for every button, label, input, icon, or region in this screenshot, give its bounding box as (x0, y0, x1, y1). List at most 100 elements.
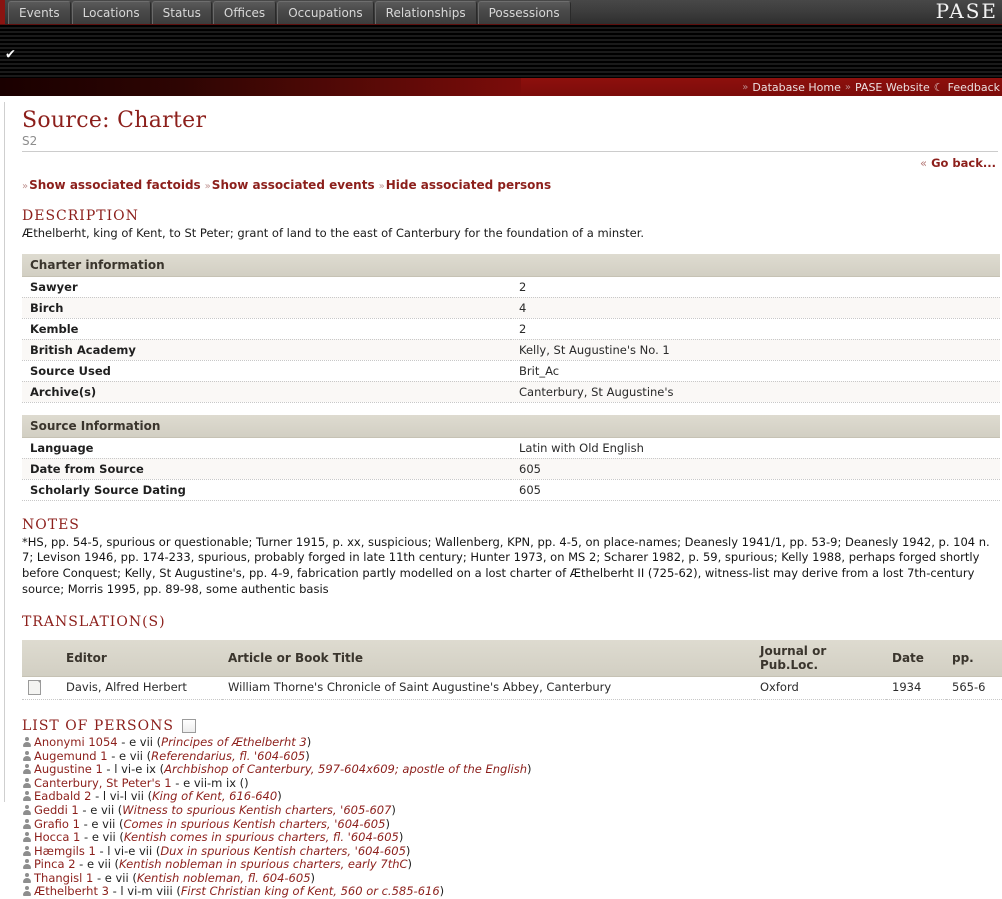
person-dates: - l vi-l vii ( (91, 789, 153, 804)
tab-events[interactable]: Events (8, 1, 71, 24)
person-link[interactable]: Hæmgils 1 (34, 844, 96, 858)
select-all-persons-checkbox[interactable] (181, 718, 196, 733)
tab-status[interactable]: Status (151, 1, 212, 24)
show-associated-events-link[interactable]: Show associated events (212, 178, 375, 192)
page-title: Source: Charter (22, 108, 207, 133)
person-link[interactable]: Augemund 1 (34, 749, 108, 763)
show-associated-factoids-link[interactable]: Show associated factoids (29, 178, 201, 192)
chevron-right-icon: » (378, 181, 385, 192)
person-link[interactable]: Anonymi 1054 (34, 735, 118, 749)
row-key: Archive(s) (22, 381, 511, 403)
source-information-body: Language Latin with Old English Date from … (22, 437, 1000, 501)
charter-information-table: Charter information Sawyer 2 Birch 4 Kemble 2… (22, 253, 1000, 403)
person-dates: - e vii ( (107, 748, 152, 763)
column-header-journal: Journal or Pub.Loc. (754, 639, 886, 677)
row-pp: 565-6 (946, 676, 1002, 700)
person-icon (22, 764, 31, 775)
go-back-link[interactable]: « Go back... (920, 156, 996, 170)
person-link[interactable]: Eadbald 2 (34, 789, 91, 804)
row-value: 4 (511, 297, 1000, 319)
table-row: Scholarly Source Dating 605 (22, 479, 1000, 501)
main-tab-list: Events Locations Status Offices Occupations R… (8, 1, 571, 24)
description-text: Æthelberht, king of Kent, to St Peter; g… (22, 226, 645, 240)
person-dates: - l vi-e ix ( (102, 762, 165, 777)
goback-row: « Go back... (22, 154, 1000, 174)
row-key: Birch (22, 297, 511, 319)
tab-locations[interactable]: Locations (71, 1, 151, 24)
person-close-paren: ) (405, 843, 411, 858)
tab-relationships[interactable]: Relationships (374, 1, 477, 24)
list-item: Hæmgils 1 - l vi-e vii (Dux in spurious … (22, 843, 1000, 859)
person-description: Kentish nobleman in spurious charters, e… (119, 857, 408, 872)
row-value: Canterbury, St Augustine's (511, 381, 1000, 403)
person-link[interactable]: Æthelberht 3 (34, 884, 109, 899)
person-link[interactable]: Thangisl 1 (34, 871, 93, 885)
row-date: 1934 (886, 676, 946, 700)
checkmark-icon: ✔ (5, 47, 16, 63)
notes-text: *HS, pp. 54-5, spurious or questionable;… (22, 534, 990, 597)
list-item: Hocca 1 - e vii (Kentish comes in spurio… (22, 830, 1000, 845)
tab-occupations[interactable]: Occupations (277, 1, 374, 24)
tab-possessions[interactable]: Possessions (477, 1, 571, 24)
row-value: 605 (511, 479, 1000, 501)
left-rule-divider (4, 102, 5, 802)
person-icon (22, 736, 31, 747)
utility-nav-bar: » Database Home » PASE Website ☾ Feedbac… (0, 78, 1002, 96)
feedback-icon: ☾ (933, 80, 944, 94)
row-key: Sawyer (22, 276, 511, 298)
column-header-date: Date (886, 639, 946, 677)
person-close-paren: ) (439, 884, 445, 899)
persons-heading: LIST OF PERSONS (22, 717, 174, 734)
person-close-paren: ) (277, 789, 282, 804)
person-dates: - e vii ( (117, 734, 162, 749)
person-link[interactable]: Augustine 1 (34, 762, 103, 776)
table-row: Davis, Alfred Herbert William Thorne's Ch… (22, 676, 1002, 700)
row-key: Source Used (22, 360, 511, 382)
person-description: First Christian king of Kent, 560 or c.5… (180, 884, 440, 899)
associated-action-links: »Show associated factoids »Show associate… (22, 178, 1000, 192)
banner-strip: ✔ (0, 24, 1002, 78)
person-description: King of Kent, 616-640 (152, 789, 278, 804)
list-item: Thangisl 1 - e vii (Kentish nobleman, fl… (22, 870, 1000, 886)
tab-offices[interactable]: Offices (212, 1, 277, 24)
person-dates: - e vii ( (93, 870, 137, 885)
list-item: Æthelberht 3 - l vi-m viii (First Christ… (22, 885, 1000, 899)
person-link[interactable]: Pinca 2 (34, 857, 76, 871)
person-icon (22, 872, 31, 883)
person-link[interactable]: Geddi 1 (34, 803, 79, 817)
person-close-paren: ) (398, 830, 404, 845)
row-document-icon-cell (22, 676, 60, 700)
list-item: Grafio 1 - e vii (Comes in spurious Kent… (22, 817, 1000, 832)
nav-database-home[interactable]: Database Home (752, 81, 840, 94)
row-title: William Thorne's Chronicle of Saint Augu… (222, 676, 754, 700)
translations-header-row: Editor Article or Book Title Journal or … (22, 639, 1002, 677)
table-row: Language Latin with Old English (22, 437, 1000, 459)
go-back-label: Go back... (931, 156, 996, 170)
person-dates: - l vi-e vii ( (95, 843, 161, 858)
person-description: Archbishop of Canterbury, 597-604x609; a… (164, 762, 527, 777)
person-link[interactable]: Hocca 1 (34, 830, 80, 844)
row-journal: Oxford (754, 676, 886, 700)
person-close-paren: ) (310, 870, 316, 885)
row-value: 605 (511, 458, 1000, 480)
nav-feedback[interactable]: Feedback (948, 81, 1000, 94)
translations-heading: TRANSLATION(S) (22, 613, 166, 630)
person-dates: - e vii ( (75, 857, 120, 872)
person-description: Kentish comes in spurious charters, fl. … (123, 830, 399, 845)
nav-pase-website[interactable]: PASE Website (855, 81, 930, 94)
row-key: Scholarly Source Dating (22, 479, 511, 501)
person-link[interactable]: Canterbury, St Peter's 1 (34, 776, 172, 790)
person-close-paren: ) (527, 762, 532, 777)
row-value: Brit_Ac (511, 360, 1000, 382)
pase-logo: PASE (935, 0, 998, 23)
hide-associated-persons-link[interactable]: Hide associated persons (386, 178, 551, 192)
document-icon[interactable] (28, 679, 41, 695)
person-dates: - l vi-m viii ( (108, 884, 181, 899)
row-value: 2 (511, 276, 1000, 298)
person-icon (22, 791, 31, 802)
person-icon (22, 886, 31, 897)
list-item: Canterbury, St Peter's 1 - e vii-m ix () (22, 776, 1000, 791)
row-key: Kemble (22, 318, 511, 340)
row-key: British Academy (22, 339, 511, 361)
list-item: Augustine 1 - l vi-e ix (Archbishop of C… (22, 762, 1000, 777)
